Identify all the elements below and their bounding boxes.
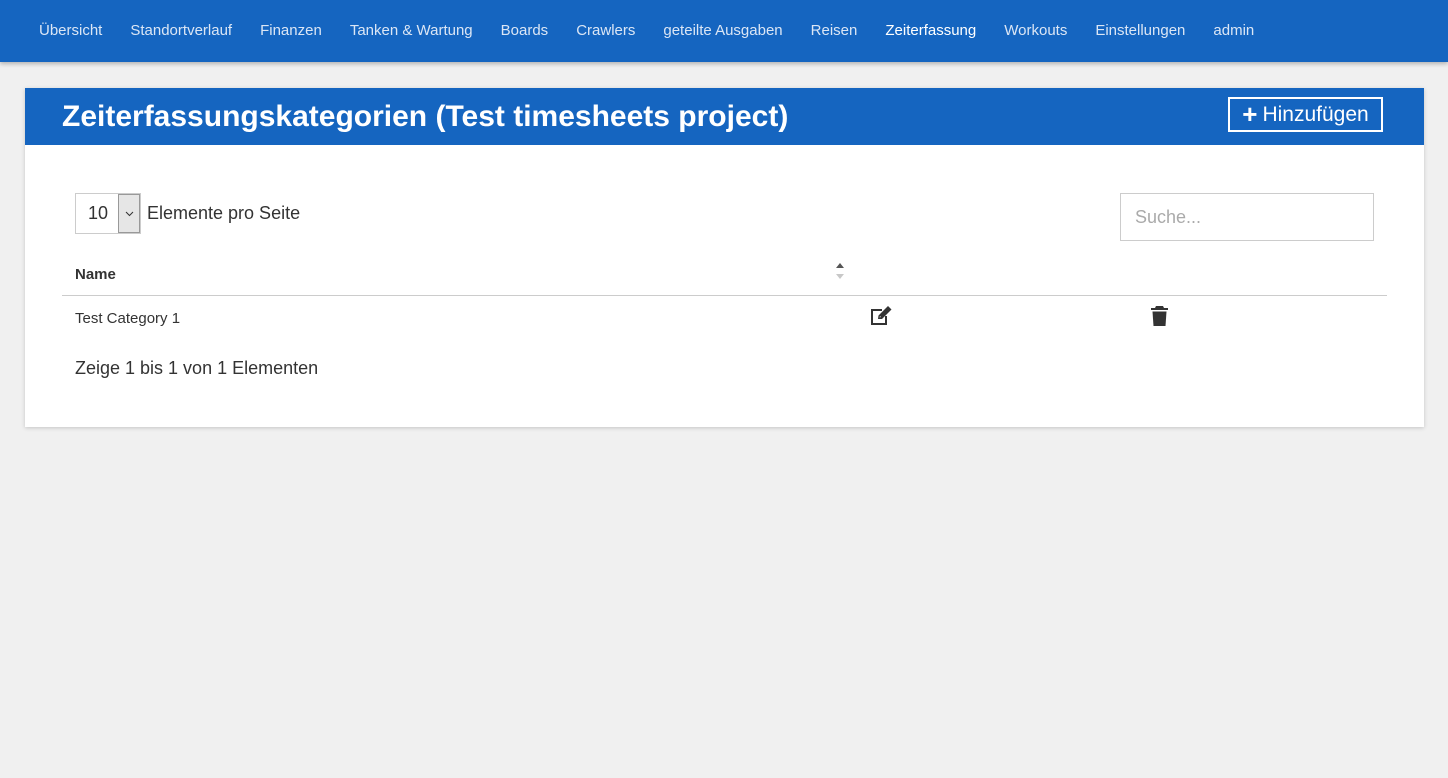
- page-length-control: 10 Elemente pro Seite: [75, 193, 300, 234]
- nav-item-tanken-wartung[interactable]: Tanken & Wartung: [336, 0, 487, 62]
- nav-item-crawlers[interactable]: Crawlers: [562, 0, 649, 62]
- table-info: Zeige 1 bis 1 von 1 Elementen: [75, 358, 319, 378]
- column-header-name-label: Name: [75, 265, 116, 283]
- trash-icon[interactable]: [1150, 305, 1169, 331]
- nav-item-uebersicht[interactable]: Übersicht: [25, 0, 116, 62]
- nav-item-workouts[interactable]: Workouts: [990, 0, 1081, 62]
- delete-cell: [1137, 296, 1387, 341]
- nav-item-finanzen[interactable]: Finanzen: [246, 0, 336, 62]
- page-size-value: 10: [88, 203, 109, 223]
- column-header-name[interactable]: Name: [62, 253, 845, 296]
- page-size-label: Elemente pro Seite: [147, 203, 301, 223]
- column-header-delete: [1137, 253, 1387, 296]
- categories-table: Name Test Category 1: [62, 253, 1387, 340]
- edit-cell: [845, 296, 1137, 341]
- table-header-row: Name: [62, 253, 1387, 296]
- nav-item-zeiterfassung[interactable]: Zeiterfassung: [871, 0, 990, 62]
- edit-icon[interactable]: [869, 305, 894, 331]
- top-navbar: Übersicht Standortverlauf Finanzen Tanke…: [0, 0, 1448, 62]
- table-row: Test Category 1: [62, 296, 1387, 341]
- search-input[interactable]: [1120, 193, 1374, 241]
- add-button[interactable]: + Hinzufügen: [1228, 97, 1383, 132]
- categories-card: Zeiterfassungskategorien (Test timesheet…: [25, 88, 1424, 427]
- nav-item-geteilte-ausgaben[interactable]: geteilte Ausgaben: [649, 0, 796, 62]
- page-title: Zeiterfassungskategorien (Test timesheet…: [62, 100, 789, 133]
- nav-item-reisen[interactable]: Reisen: [797, 0, 872, 62]
- column-header-edit: [845, 253, 1137, 296]
- nav-list: Übersicht Standortverlauf Finanzen Tanke…: [0, 0, 1448, 62]
- card-header: Zeiterfassungskategorien (Test timesheet…: [25, 88, 1424, 145]
- add-button-label: Hinzufügen: [1262, 102, 1369, 126]
- sort-icon[interactable]: [835, 261, 845, 281]
- chevron-down-icon[interactable]: [118, 194, 140, 233]
- nav-item-admin[interactable]: admin: [1199, 0, 1268, 62]
- nav-item-einstellungen[interactable]: Einstellungen: [1081, 0, 1199, 62]
- plus-icon: +: [1242, 98, 1258, 129]
- nav-item-standortverlauf[interactable]: Standortverlauf: [116, 0, 246, 62]
- category-name-cell: Test Category 1: [75, 309, 181, 327]
- nav-item-boards[interactable]: Boards: [487, 0, 563, 62]
- page-size-select[interactable]: 10: [75, 193, 141, 234]
